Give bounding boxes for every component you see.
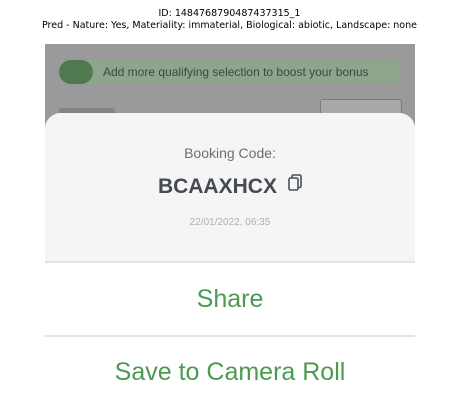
- share-button[interactable]: Share: [45, 263, 415, 335]
- caption-id: ID: 1484768790487437315_1: [158, 8, 301, 19]
- image-caption: ID: 1484768790487437315_1 Pred - Nature:…: [0, 8, 459, 32]
- booking-code-value: BCAAXHCX: [157, 175, 277, 198]
- caption-prediction: Pred - Nature: Yes, Materiality: immater…: [42, 20, 417, 31]
- booking-code-label: Booking Code:: [184, 145, 276, 161]
- booking-code-row: BCAAXHCX: [45, 174, 415, 199]
- booking-timestamp: 22/01/2022, 06:35: [189, 217, 271, 228]
- bonus-banner[interactable]: Add more qualifying selection to boost y…: [59, 60, 401, 84]
- booking-code-sheet: Booking Code: BCAAXHCX 22/01/2022, 06:35…: [45, 113, 415, 400]
- sheet-header: Booking Code: BCAAXHCX 22/01/2022, 06:35: [45, 113, 415, 261]
- save-to-camera-roll-button[interactable]: Save to Camera Roll: [45, 337, 415, 400]
- bonus-toggle[interactable]: [59, 60, 93, 84]
- bonus-banner-text: Add more qualifying selection to boost y…: [103, 65, 369, 79]
- app-screen: Add more qualifying selection to boost y…: [45, 44, 415, 400]
- copy-icon[interactable]: [288, 174, 302, 196]
